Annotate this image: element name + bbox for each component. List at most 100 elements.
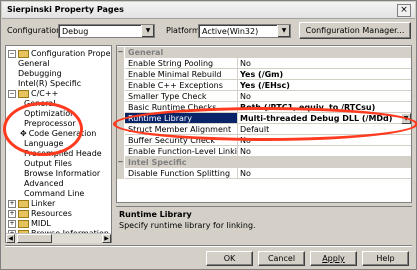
row-gutter [117,135,124,146]
property-row[interactable]: Disable Function Splitting No [117,168,411,179]
property-row[interactable]: Smaller Type Check No [117,91,411,102]
description-text: Specify runtime library for linking. [119,221,256,230]
tree-item[interactable]: − C/C++ [8,89,58,99]
tree-item-label: Advanced [24,179,64,188]
property-row[interactable]: Enable Function-Level Linking No [117,146,411,157]
close-icon[interactable]: × [397,4,411,17]
row-gutter [117,69,124,80]
property-value[interactable]: No [238,168,411,179]
tree-item[interactable]: Debugging [18,69,62,79]
tree-item[interactable]: − Configuration Properties [8,49,111,59]
property-value[interactable]: No [238,135,411,146]
row-gutter [117,113,124,124]
help-button[interactable]: Help [362,251,409,266]
configuration-bar: Configuration: Debug ▼ Platform: Active(… [1,18,416,44]
property-value[interactable]: Yes (/EHsc) [238,80,411,91]
configuration-select[interactable]: Debug ▼ [58,24,155,38]
tree-item[interactable]: Language [24,139,63,149]
tree-item[interactable]: + MIDL [8,219,51,229]
property-name: Enable String Pooling [125,58,238,69]
tree-item[interactable]: General [24,99,56,109]
tree-item[interactable]: Output Files [24,159,72,169]
collapse-icon: − [117,157,124,168]
property-row[interactable]: Enable Minimal Rebuild Yes (/Gm) [117,69,411,80]
tree-item-label: MIDL [31,219,51,228]
tree-item-label: General [18,59,50,68]
row-gutter [117,102,124,113]
tree-item[interactable]: Intel(R) Specific [18,79,81,89]
tree-item[interactable]: Command Line [24,189,84,199]
property-name: Enable C++ Exceptions [125,80,238,91]
row-gutter [117,91,124,102]
platform-label: Platform: [166,26,203,35]
category-label: General [125,47,411,58]
folder-icon [18,219,29,228]
tree-item-label: Browse Informatior [24,169,101,178]
description-panel: Runtime Library Specify runtime library … [116,206,412,243]
property-row[interactable]: Enable C++ Exceptions Yes (/EHsc) [117,80,411,91]
tree-item[interactable]: + Resources [8,209,72,219]
row-gutter [117,124,124,135]
property-row[interactable]: Buffer Security Check No [117,135,411,146]
property-value[interactable]: No [238,146,411,157]
category-label: Intel Specific [125,157,411,168]
chevron-down-icon[interactable]: ▼ [141,25,154,37]
tree-item-label: Command Line [24,189,85,198]
tree-item[interactable]: Precompiled Heade [24,149,102,159]
tree-item[interactable]: Advanced [24,179,64,189]
expand-icon[interactable]: + [8,199,16,208]
scroll-right-icon[interactable]: ▶ [102,234,111,243]
tree-item-label: C/C++ [31,89,59,98]
tree-item[interactable]: + Linker [8,199,55,209]
configuration-manager-button[interactable]: Configuration Manager... [299,22,411,39]
property-value[interactable]: Default [238,124,411,135]
chevron-down-icon[interactable]: ▼ [401,113,411,124]
tree-item[interactable]: Browse Informatior [24,169,100,179]
tree-item[interactable]: Preprocessor [24,119,76,129]
ok-button[interactable]: OK [206,251,253,266]
platform-select[interactable]: Active(Win32) ▼ [198,24,291,38]
category-row[interactable]: − General [117,47,411,58]
folder-icon [18,199,29,208]
property-row[interactable]: Enable String Pooling No [117,58,411,69]
row-gutter [117,146,124,157]
title-bar[interactable]: Sierpinski Property Pages × [2,2,415,19]
property-row[interactable]: Basic Runtime Checks Both (/RTC1, equiv. … [117,102,411,113]
row-gutter [117,168,124,179]
property-name: Struct Member Alignment [125,124,238,135]
property-value[interactable]: Both (/RTC1, equiv. to /RTCsu) [238,102,411,113]
apply-button[interactable]: Apply [310,251,357,266]
collapse-icon[interactable]: − [8,89,16,98]
property-pages-window: Sierpinski Property Pages × Configuratio… [0,0,417,270]
tree-item-label: Linker [31,199,56,208]
collapse-icon: − [117,47,124,58]
tree-item[interactable]: General [18,59,50,69]
cancel-button[interactable]: Cancel [258,251,305,266]
scroll-left-icon[interactable]: ◀ [6,234,15,243]
property-tree[interactable]: −Configuration PropertiesGeneralDebuggin… [5,45,112,243]
scroll-thumb[interactable] [17,234,52,243]
tree-item[interactable]: Optimization [24,109,75,119]
expand-icon[interactable]: + [8,209,16,218]
divider [5,245,412,247]
row-gutter [117,58,124,69]
collapse-icon[interactable]: − [8,49,16,58]
property-value[interactable]: Yes (/Gm) [238,69,411,80]
tree-horizontal-scrollbar[interactable]: ◀ ▶ [6,233,111,243]
configuration-value: Debug [62,27,89,36]
configuration-label: Configuration: [7,26,64,35]
category-row[interactable]: − Intel Specific [117,157,411,168]
tree-item-label: General [24,99,56,108]
property-value[interactable]: Multi-threaded Debug DLL (/MDd) [238,113,411,124]
expand-icon[interactable]: + [8,219,16,228]
property-row[interactable]: Runtime Library Multi-threaded Debug DLL … [117,113,411,124]
property-row[interactable]: Struct Member Alignment Default [117,124,411,135]
property-grid[interactable]: − General Enable String Pooling No Enable Mi… [116,45,412,203]
tree-item-label: Precompiled Heade [24,149,102,158]
property-value[interactable]: No [238,91,411,102]
tree-item-label: Intel(R) Specific [18,79,82,88]
chevron-down-icon[interactable]: ▼ [277,25,290,37]
tree-item[interactable]: ✥ Code Generation [20,129,96,139]
property-value[interactable]: No [238,58,411,69]
tree-item-label: Code Generation [28,129,97,138]
